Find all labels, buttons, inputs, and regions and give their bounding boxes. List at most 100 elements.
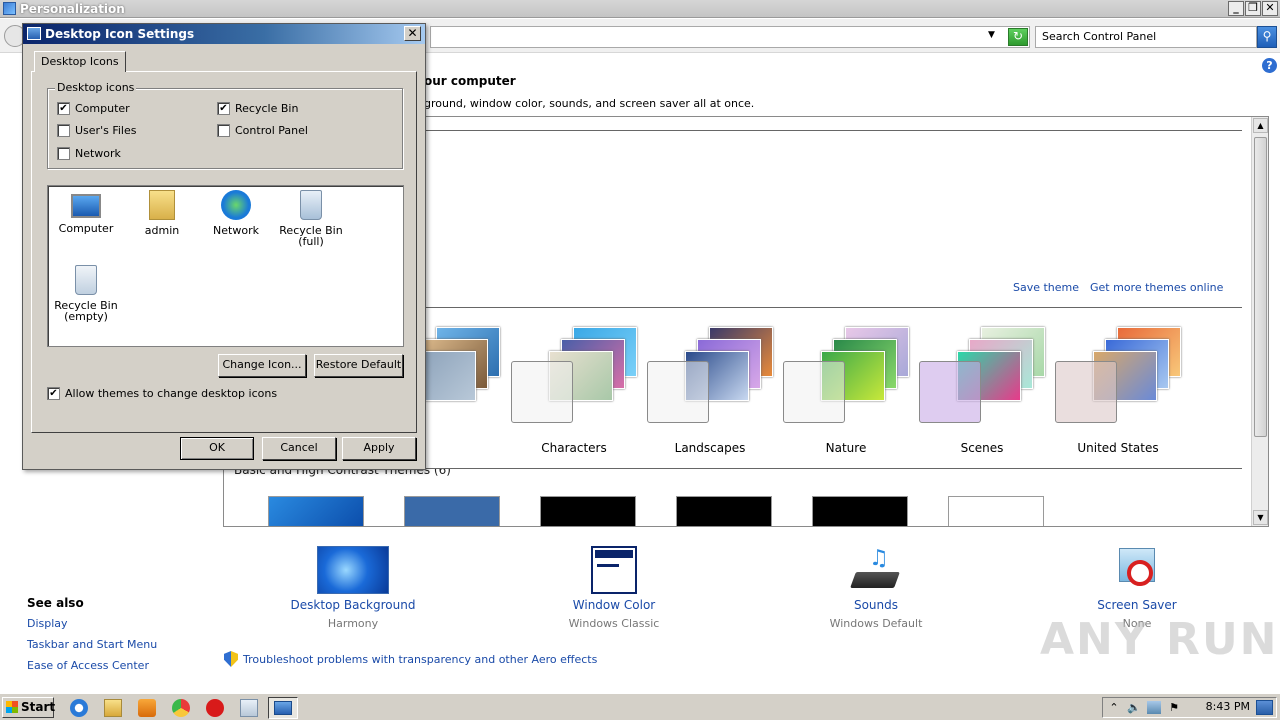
icon-recycle-bin-full[interactable]: Recycle Bin (full) — [274, 190, 348, 247]
checkbox-allow-themes[interactable]: ✔ Allow themes to change desktop icons — [47, 387, 277, 400]
checkbox-computer[interactable]: ✔ Computer — [57, 102, 130, 115]
ease-of-access-link[interactable]: Ease of Access Center — [27, 659, 149, 672]
shield-icon — [224, 651, 238, 667]
media-player-icon[interactable] — [138, 699, 156, 717]
address-field[interactable] — [430, 26, 1030, 48]
window-color-setting[interactable]: Window Color Windows Classic — [529, 546, 699, 630]
checkbox-network[interactable]: Network — [57, 147, 121, 160]
internet-explorer-icon[interactable] — [70, 699, 88, 717]
apply-button[interactable]: Apply — [342, 437, 416, 460]
minimize-button[interactable]: _ — [1228, 1, 1244, 16]
theme-label: Landscapes — [674, 441, 746, 455]
setting-label: Window Color — [572, 598, 656, 612]
setting-value: Harmony — [327, 617, 379, 630]
windows-logo-icon — [6, 701, 18, 713]
opera-icon[interactable] — [206, 699, 224, 717]
chrome-icon[interactable] — [172, 699, 190, 717]
theme-label: Nature — [825, 441, 867, 455]
theme-basic-5[interactable] — [812, 496, 908, 526]
sounds-setting[interactable]: ♫ Sounds Windows Default — [791, 546, 961, 630]
scroll-thumb[interactable] — [1254, 137, 1267, 437]
taskbar-personalization-button[interactable] — [268, 697, 298, 719]
icon-label: Network — [213, 224, 259, 237]
tab-page: Desktop icons ✔ Computer ✔ Recycle Bin U… — [31, 71, 417, 433]
theme-basic-3[interactable] — [540, 496, 636, 526]
checkbox[interactable] — [57, 124, 70, 137]
icon-computer[interactable]: Computer — [49, 190, 123, 234]
screen-saver-icon — [1115, 546, 1159, 594]
scroll-down-button[interactable]: ▼ — [1253, 510, 1268, 525]
change-icon-button[interactable]: Change Icon... — [218, 354, 306, 377]
theme-landscapes[interactable]: Landscapes — [647, 327, 777, 455]
action-center-flag-icon[interactable]: ⚑ — [1167, 701, 1181, 714]
clock[interactable]: 8:43 PM — [1206, 700, 1250, 713]
icon-recycle-bin-empty[interactable]: Recycle Bin (empty) — [49, 265, 123, 322]
checkbox[interactable]: ✔ — [57, 102, 70, 115]
taskbar-start-menu-link[interactable]: Taskbar and Start Menu — [27, 638, 157, 651]
get-more-themes-link[interactable]: Get more themes online — [1090, 281, 1223, 294]
setting-value: Windows Default — [829, 617, 923, 630]
dialog-close-button[interactable]: ✕ — [404, 26, 421, 41]
theme-characters[interactable]: Characters — [511, 327, 641, 455]
checkbox[interactable]: ✔ — [47, 387, 60, 400]
recycle-bin-empty-icon — [75, 265, 97, 295]
theme-united-states[interactable]: United States — [1055, 327, 1185, 455]
theme-nature[interactable]: Nature — [783, 327, 913, 455]
theme-basic-2[interactable] — [404, 496, 500, 526]
start-button[interactable]: Start — [2, 697, 55, 718]
network-status-icon[interactable] — [1147, 701, 1161, 714]
tab-desktop-icons[interactable]: Desktop Icons — [34, 51, 126, 72]
color-swatch — [783, 361, 845, 423]
checkbox[interactable] — [217, 124, 230, 137]
show-desktop-button[interactable] — [1256, 700, 1273, 715]
notepad-icon[interactable] — [240, 699, 258, 717]
refresh-button[interactable]: ↻ — [1008, 28, 1028, 46]
system-tray: ⌃ 🔈 ⚑ 8:43 PM — [1102, 697, 1277, 718]
ok-button[interactable]: OK — [180, 437, 254, 460]
theme-basic-4[interactable] — [676, 496, 772, 526]
setting-label: Desktop Background — [290, 598, 416, 612]
checkbox[interactable] — [57, 147, 70, 160]
checkbox-users-files[interactable]: User's Files — [57, 124, 136, 137]
desktop-background-setting[interactable]: Desktop Background Harmony — [268, 546, 438, 630]
recycle-bin-full-icon — [300, 190, 322, 220]
maximize-button[interactable]: ❐ — [1245, 1, 1261, 16]
desktop-background-icon — [317, 546, 389, 594]
network-icon — [221, 190, 251, 220]
color-swatch — [647, 361, 709, 423]
theme-scenes[interactable]: Scenes — [919, 327, 1049, 455]
save-theme-link[interactable]: Save theme — [1013, 281, 1079, 294]
icon-network[interactable]: Network — [199, 190, 273, 236]
icon-label: Recycle Bin (full) — [279, 224, 343, 248]
checkbox[interactable]: ✔ — [217, 102, 230, 115]
folder-icon[interactable] — [104, 699, 122, 717]
search-input[interactable]: Search Control Panel — [1035, 26, 1257, 48]
theme-basic-6[interactable] — [948, 496, 1044, 526]
user-folder-icon — [149, 190, 175, 220]
chevron-up-icon[interactable]: ⌃ — [1107, 701, 1121, 714]
volume-icon[interactable]: 🔈 — [1127, 701, 1141, 714]
checkbox-recycle-bin[interactable]: ✔ Recycle Bin — [217, 102, 298, 115]
computer-icon — [71, 194, 101, 218]
search-icon[interactable]: ⚲ — [1257, 26, 1277, 48]
icon-label: Recycle Bin (empty) — [54, 299, 118, 323]
restore-default-button[interactable]: Restore Default — [314, 354, 403, 377]
divider — [424, 307, 1242, 308]
help-icon[interactable]: ? — [1262, 58, 1277, 73]
theme-label: Scenes — [960, 441, 1004, 455]
theme-basic-1[interactable] — [268, 496, 364, 526]
checkbox-label: Network — [75, 147, 121, 160]
vertical-scrollbar[interactable]: ▲ ▼ — [1251, 117, 1268, 526]
display-link[interactable]: Display — [27, 617, 68, 630]
chevron-down-icon[interactable]: ▼ — [988, 30, 995, 40]
theme-label: Characters — [541, 441, 607, 455]
troubleshoot-link[interactable]: Troubleshoot problems with transparency … — [224, 651, 597, 667]
close-button[interactable]: ✕ — [1262, 1, 1278, 16]
checkbox-control-panel[interactable]: Control Panel — [217, 124, 308, 137]
scroll-up-button[interactable]: ▲ — [1253, 118, 1268, 133]
cancel-button[interactable]: Cancel — [262, 437, 336, 460]
icon-admin[interactable]: admin — [125, 190, 199, 236]
color-swatch — [1055, 361, 1117, 423]
icon-list[interactable]: Computer admin Network Recycle Bin (full… — [47, 185, 404, 347]
dialog-titlebar[interactable]: Desktop Icon Settings ✕ — [23, 24, 425, 44]
